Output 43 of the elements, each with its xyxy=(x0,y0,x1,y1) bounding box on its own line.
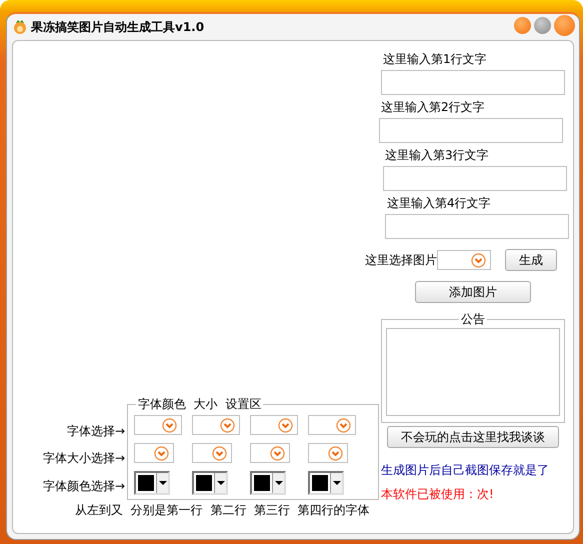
color-picker[interactable] xyxy=(308,471,344,495)
color-picker[interactable] xyxy=(134,471,170,495)
text-input-field[interactable] xyxy=(379,118,563,143)
window-title: 果冻搞笑图片自动生成工具v1.0 xyxy=(31,18,206,36)
maximize-button[interactable] xyxy=(534,16,551,34)
minimize-button[interactable] xyxy=(514,16,531,34)
text-input-field[interactable] xyxy=(383,166,567,191)
hint-text: 生成图片后自己截图保存就是了 xyxy=(381,462,550,479)
field-label: 这里选择图片 xyxy=(365,252,437,268)
color-picker[interactable] xyxy=(250,471,286,495)
field-label: 这里输入第2行文字 xyxy=(381,99,486,116)
dropdown[interactable] xyxy=(308,415,356,435)
dropdown[interactable] xyxy=(134,443,174,463)
row-label: 字体选择→ xyxy=(66,423,126,440)
font-settings-title: 字体颜色 大小 设置区 xyxy=(137,396,262,413)
dropdown[interactable] xyxy=(134,415,182,435)
mascot-icon xyxy=(13,20,27,34)
dropdown-arrow-icon xyxy=(274,481,282,485)
help-button[interactable]: 不会玩的点击这里找我谈谈 xyxy=(387,426,559,448)
usage-count-text: 本软件已被使用：次! xyxy=(381,486,495,503)
dropdown[interactable] xyxy=(192,415,240,435)
dropdown-arrow-icon xyxy=(158,481,166,485)
generate-button[interactable]: 生成 xyxy=(505,249,557,271)
color-picker[interactable] xyxy=(192,471,228,495)
row-label: 字体颜色选择→ xyxy=(42,478,126,495)
add-picture-button[interactable]: 添加图片 xyxy=(415,281,531,303)
field-label: 这里输入第1行文字 xyxy=(383,51,488,68)
row-label: 字体大小选择→ xyxy=(42,450,126,468)
notice-text-area[interactable] xyxy=(386,328,560,416)
dropdown-arrow-icon xyxy=(332,481,340,485)
dropdown[interactable] xyxy=(250,443,290,463)
field-label: 这里输入第4行文字 xyxy=(387,195,492,212)
text-input-field[interactable] xyxy=(381,70,565,95)
notice-title: 公告 xyxy=(460,311,486,328)
text-input-field[interactable] xyxy=(385,214,569,239)
dropdown[interactable] xyxy=(192,443,232,463)
dropdown-arrow-icon xyxy=(216,481,224,485)
font-settings-note: 从左到又 分别是第一行 第二行 第三行 第四行的字体 xyxy=(75,502,371,519)
dropdown[interactable] xyxy=(308,443,348,463)
dropdown[interactable] xyxy=(250,415,298,435)
field-label: 这里输入第3行文字 xyxy=(385,147,490,164)
dropdown[interactable] xyxy=(437,250,491,270)
close-button[interactable] xyxy=(554,14,575,36)
